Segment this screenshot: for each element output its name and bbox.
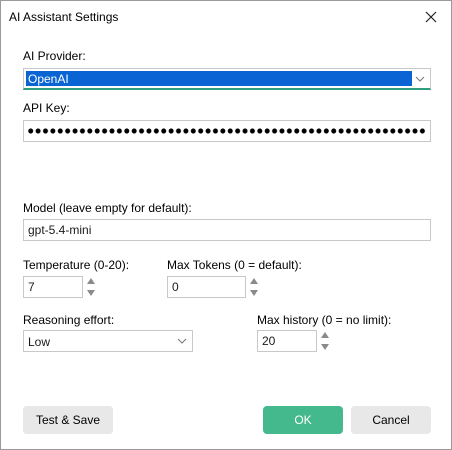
temperature-input[interactable]: 7 — [23, 276, 83, 298]
close-button[interactable] — [423, 9, 439, 25]
masked-password-dots — [27, 125, 427, 137]
arrow-down-icon[interactable] — [319, 342, 331, 352]
settings-dialog: AI Assistant Settings AI Provider: OpenA… — [0, 0, 452, 450]
test-and-save-button[interactable]: Test & Save — [23, 406, 113, 434]
arrow-down-icon[interactable] — [85, 288, 97, 298]
max-history-stepper[interactable] — [319, 330, 331, 352]
max-history-input[interactable]: 20 — [257, 330, 317, 352]
arrow-up-icon[interactable] — [85, 276, 97, 286]
temperature-label: Temperature (0-20): — [23, 258, 130, 272]
chevron-down-icon — [177, 338, 187, 344]
arrow-up-icon[interactable] — [248, 276, 260, 286]
provider-selected-value: OpenAI — [28, 72, 69, 86]
api-key-field[interactable] — [23, 120, 431, 142]
reasoning-effort-label: Reasoning effort: — [23, 313, 115, 327]
api-key-label: API Key: — [23, 101, 70, 115]
reasoning-effort-select[interactable]: Low — [23, 330, 193, 352]
provider-select[interactable]: OpenAI — [23, 68, 431, 90]
reasoning-effort-value: Low — [28, 335, 51, 349]
ok-button[interactable]: OK — [263, 406, 343, 434]
arrow-up-icon[interactable] — [319, 330, 331, 340]
provider-label: AI Provider: — [23, 49, 86, 63]
arrow-down-icon[interactable] — [248, 288, 260, 298]
window-title: AI Assistant Settings — [9, 10, 119, 24]
model-label: Model (leave empty for default): — [23, 201, 192, 215]
max-history-label: Max history (0 = no limit): — [257, 313, 392, 327]
model-input[interactable]: gpt-5.4-mini — [23, 219, 431, 241]
chevron-down-icon — [415, 76, 425, 82]
cancel-button[interactable]: Cancel — [351, 406, 431, 434]
max-tokens-label: Max Tokens (0 = default): — [167, 258, 302, 272]
provider-selected-highlight: OpenAI — [25, 70, 413, 87]
temperature-stepper[interactable] — [85, 276, 97, 298]
close-icon — [425, 11, 437, 23]
max-tokens-stepper[interactable] — [248, 276, 260, 298]
max-tokens-input[interactable]: 0 — [167, 276, 246, 298]
title-bar: AI Assistant Settings — [1, 1, 451, 33]
